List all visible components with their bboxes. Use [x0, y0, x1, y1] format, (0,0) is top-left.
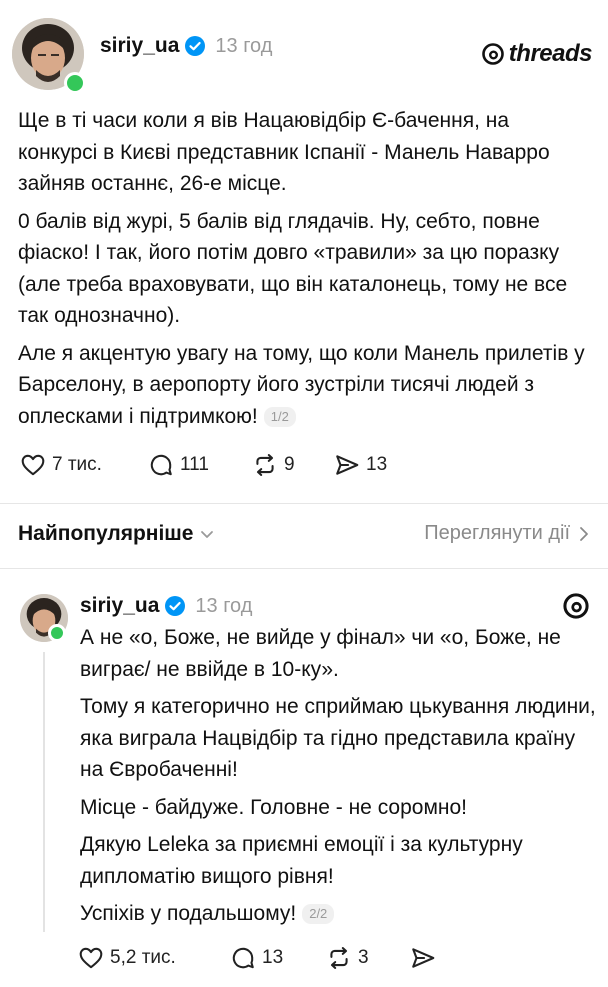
like-button[interactable]: 5,2 тис.: [78, 945, 230, 971]
username[interactable]: siriy_ua: [80, 594, 159, 618]
user-row: siriy_ua 13 год: [80, 594, 252, 618]
post2-actions: 5,2 тис. 13 3: [78, 945, 442, 971]
share-icon: [412, 948, 435, 968]
username[interactable]: siriy_ua: [100, 34, 179, 58]
verified-badge-icon: [185, 36, 206, 56]
repost-icon: [330, 947, 348, 969]
sort-dropdown[interactable]: Найпопулярніше: [18, 522, 215, 546]
post-paragraph: 0 балів від журі, 5 балів від глядачів. …: [18, 209, 568, 328]
threads-logo-icon: [563, 593, 589, 619]
post1-header: siriy_ua 13 год threads: [12, 18, 596, 98]
reply-count: 111: [180, 454, 209, 475]
repost-button[interactable]: 3: [326, 945, 410, 971]
comment-icon: [150, 454, 172, 476]
post-paragraph: Успіхів у подальшому! 2/2: [80, 898, 600, 930]
thread-connector-line: [43, 652, 45, 932]
reply-button[interactable]: 111: [148, 452, 252, 478]
post-paragraph: Місце - байдуже. Головне - не соромно!: [80, 795, 468, 819]
like-button[interactable]: 7 тис.: [20, 452, 148, 478]
chevron-down-icon: [201, 531, 214, 538]
repost-button[interactable]: 9: [252, 452, 334, 478]
like-count: 7 тис.: [52, 454, 102, 475]
threads-logo-icon: [481, 43, 504, 65]
post-paragraph: Дякую Leleka за приємні емоції і за куль…: [80, 833, 523, 888]
user-row: siriy_ua 13 год: [100, 34, 272, 58]
post1-actions: 7 тис. 111 9 13: [20, 452, 387, 478]
post2-body: А не «о, Боже, не вийде у фінал» чи «о, …: [80, 622, 600, 936]
thread-page-badge: 1/2: [263, 406, 296, 427]
online-status-icon: [64, 72, 86, 94]
threads-brand: threads: [481, 40, 593, 68]
post1-body: Ще в ті часи коли я вів Нацаювідбір Є-ба…: [18, 105, 593, 438]
repost-count: 3: [358, 947, 369, 968]
thread-page-badge: 2/2: [302, 904, 335, 925]
divider: [0, 568, 608, 569]
online-status-icon: [48, 624, 66, 642]
view-activity-link[interactable]: Переглянути дії: [424, 522, 590, 545]
repost-count: 9: [284, 454, 295, 475]
share-count: 13: [366, 454, 388, 475]
post-time: 13 год: [215, 34, 273, 57]
post-paragraph: Ще в ті часи коли я вів Нацаювідбір Є-ба…: [18, 109, 550, 195]
replies-sort-bar: Найпопулярніше Переглянути дії: [18, 520, 590, 552]
post-paragraph-text: Успіхів у подальшому!: [80, 902, 297, 925]
reply-button[interactable]: 13: [230, 945, 326, 971]
verified-badge-icon: [165, 596, 186, 616]
share-icon: [336, 455, 359, 475]
post-paragraph: Тому я категорично не сприймаю цькування…: [80, 695, 596, 781]
chevron-right-icon: [580, 526, 588, 541]
post-time: 13 год: [195, 594, 253, 617]
heart-icon: [79, 947, 103, 969]
reply-count: 13: [262, 947, 284, 968]
comment-icon: [232, 947, 254, 969]
divider: [0, 503, 608, 504]
post-paragraph: Але я акцентую увагу на тому, що коли Ма…: [18, 338, 593, 433]
view-activity-label: Переглянути дії: [424, 522, 570, 544]
threads-brand: [562, 592, 590, 625]
share-button[interactable]: 13: [334, 452, 387, 478]
share-button[interactable]: [410, 945, 442, 971]
post-paragraph: А не «о, Боже, не вийде у фінал» чи «о, …: [80, 626, 561, 681]
threads-wordmark: threads: [508, 40, 593, 67]
heart-icon: [21, 454, 45, 476]
sort-label: Найпопулярніше: [18, 522, 194, 545]
repost-icon: [256, 454, 274, 476]
post-paragraph-text: Але я акцентую увагу на тому, що коли Ма…: [18, 341, 585, 428]
like-count: 5,2 тис.: [110, 947, 176, 968]
